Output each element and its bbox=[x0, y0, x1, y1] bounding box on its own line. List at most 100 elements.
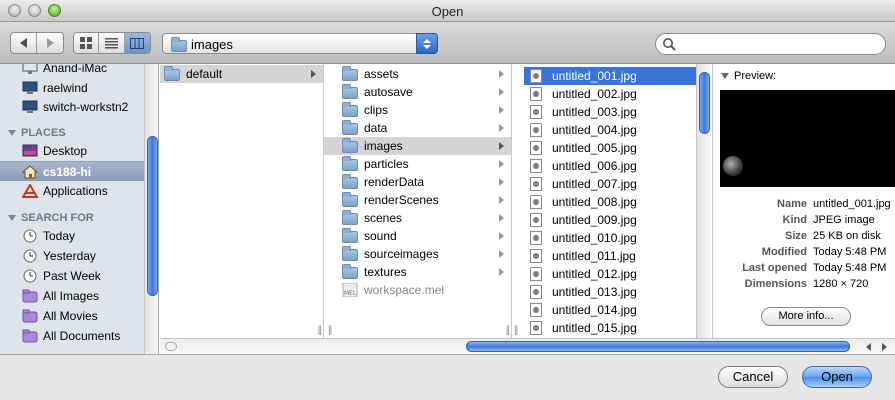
sidebar-item-all-movies[interactable]: All Movies bbox=[0, 306, 145, 326]
column-resize-handle[interactable]: || bbox=[328, 325, 332, 336]
sidebar-item-switch-workstn2[interactable]: switch-workstn2 bbox=[0, 97, 145, 117]
list-item[interactable]: scenes bbox=[324, 209, 511, 227]
sidebar-item-yesterday[interactable]: Yesterday bbox=[0, 246, 145, 266]
sidebar-item-today[interactable]: Today bbox=[0, 226, 145, 246]
sidebar-item-label: All Images bbox=[43, 289, 100, 303]
folder-icon bbox=[342, 120, 358, 135]
image-file-icon bbox=[530, 213, 546, 227]
navigation-segment bbox=[10, 32, 64, 54]
list-item[interactable]: untitled_007.jpg bbox=[524, 175, 696, 193]
list-item[interactable]: default bbox=[160, 65, 323, 83]
sidebar-item-anand-imac[interactable]: Anand-iMac bbox=[0, 64, 145, 78]
horizontal-scrollbar[interactable] bbox=[160, 338, 895, 354]
list-item[interactable]: untitled_003.jpg bbox=[524, 103, 696, 121]
list-item[interactable]: particles bbox=[324, 155, 511, 173]
sidebar-item-cs188-hi[interactable]: cs188-hi bbox=[0, 161, 145, 181]
list-item[interactable]: untitled_004.jpg bbox=[524, 121, 696, 139]
search-field[interactable] bbox=[655, 33, 886, 55]
search-for-header[interactable]: SEARCH FOR bbox=[8, 212, 94, 224]
icon-view-button[interactable] bbox=[74, 33, 100, 53]
chevron-right-icon bbox=[499, 268, 504, 276]
column-view-button[interactable] bbox=[124, 33, 150, 53]
list-item[interactable]: data bbox=[324, 119, 511, 137]
folder-icon bbox=[342, 66, 358, 81]
sidebar-scrollbar[interactable] bbox=[144, 64, 158, 354]
chevron-right-icon bbox=[499, 232, 504, 240]
column-3-scroll-thumb[interactable] bbox=[699, 72, 710, 134]
sidebar-item-all-documents[interactable]: All Documents bbox=[0, 326, 145, 346]
column-3-scrollbar[interactable] bbox=[696, 64, 711, 338]
list-item[interactable]: untitled_015.jpg bbox=[524, 319, 696, 337]
sidebar-scroll-thumb[interactable] bbox=[147, 136, 158, 296]
preview-pane: Preview: Name untitled_001.jpg Kind JPEG i… bbox=[713, 64, 895, 338]
cancel-button[interactable]: Cancel bbox=[718, 366, 788, 388]
folder-icon bbox=[342, 246, 358, 261]
image-file-icon bbox=[530, 267, 546, 281]
forward-button[interactable] bbox=[37, 33, 63, 53]
horizontal-scroll-thumb[interactable] bbox=[466, 341, 850, 352]
list-item[interactable]: assets bbox=[324, 65, 511, 83]
list-item[interactable]: textures bbox=[324, 263, 511, 281]
list-item[interactable]: untitled_009.jpg bbox=[524, 211, 696, 229]
window-title: Open bbox=[431, 4, 464, 19]
list-item[interactable]: untitled_012.jpg bbox=[524, 265, 696, 283]
list-item[interactable]: untitled_001.jpg bbox=[524, 67, 696, 85]
list-item[interactable]: untitled_014.jpg bbox=[524, 301, 696, 319]
image-file-icon bbox=[530, 87, 546, 101]
search-input[interactable] bbox=[680, 36, 875, 52]
list-item[interactable]: untitled_005.jpg bbox=[524, 139, 696, 157]
popup-stepper[interactable] bbox=[416, 33, 438, 54]
open-button[interactable]: Open bbox=[802, 366, 872, 388]
sidebar-item-applications[interactable]: Applications bbox=[0, 181, 145, 201]
column-view-icon bbox=[130, 37, 145, 49]
list-item[interactable]: sound bbox=[324, 227, 511, 245]
list-item[interactable]: renderData bbox=[324, 173, 511, 191]
column-resize-handle[interactable]: || bbox=[506, 325, 510, 336]
places-header[interactable]: PLACES bbox=[8, 127, 66, 139]
sidebar-item-desktop[interactable]: Desktop bbox=[0, 141, 145, 161]
sidebar-item-label: Yesterday bbox=[43, 249, 96, 263]
list-item[interactable]: untitled_013.jpg bbox=[524, 283, 696, 301]
list-item[interactable]: untitled_002.jpg bbox=[524, 85, 696, 103]
list-item[interactable]: autosave bbox=[324, 83, 511, 101]
list-view-button[interactable] bbox=[99, 33, 125, 53]
list-item[interactable]: sourceimages bbox=[324, 245, 511, 263]
preview-header[interactable]: Preview: bbox=[721, 70, 776, 82]
disclosure-triangle-icon bbox=[8, 215, 16, 221]
list-item[interactable]: untitled_006.jpg bbox=[524, 157, 696, 175]
applications-icon bbox=[22, 183, 38, 199]
image-file-icon bbox=[530, 285, 546, 299]
folder-icon bbox=[164, 66, 180, 81]
list-item-label: default bbox=[186, 67, 223, 81]
sidebar-item-past-week[interactable]: Past Week bbox=[0, 266, 145, 286]
chevron-right-icon bbox=[499, 250, 504, 258]
list-item[interactable]: untitled_010.jpg bbox=[524, 229, 696, 247]
sidebar-item-label: All Documents bbox=[43, 329, 121, 343]
folder-icon bbox=[342, 156, 358, 171]
sidebar-item-all-images[interactable]: All Images bbox=[0, 286, 145, 306]
back-button[interactable] bbox=[11, 33, 37, 53]
preview-image bbox=[720, 90, 895, 187]
sidebar-item-raelwind[interactable]: raelwind bbox=[0, 78, 145, 98]
sidebar-item-label: switch-workstn2 bbox=[43, 100, 129, 114]
list-item[interactable]: clips bbox=[324, 101, 511, 119]
chevron-right-icon bbox=[499, 70, 504, 78]
column-resize-handle[interactable]: || bbox=[318, 325, 322, 336]
sphere-render bbox=[723, 156, 743, 176]
scroll-right-arrow-icon[interactable] bbox=[882, 343, 887, 351]
list-item[interactable]: untitled_008.jpg bbox=[524, 193, 696, 211]
column-resize-handle[interactable]: || bbox=[514, 325, 518, 336]
folder-icon bbox=[342, 210, 358, 225]
desktop-icon bbox=[22, 143, 38, 159]
more-info-button[interactable]: More info... bbox=[761, 307, 851, 326]
sidebar-item-label: Today bbox=[43, 229, 76, 243]
folder-icon bbox=[342, 138, 358, 153]
scroll-left-arrow-icon[interactable] bbox=[866, 343, 871, 351]
list-item[interactable]: renderScenes bbox=[324, 191, 511, 209]
list-item[interactable]: images bbox=[324, 137, 511, 155]
folder-icon bbox=[342, 192, 358, 207]
back-arrow-icon bbox=[20, 38, 27, 48]
list-item[interactable]: untitled_011.jpg bbox=[524, 247, 696, 265]
folder-icon bbox=[342, 174, 358, 189]
path-popup[interactable]: images bbox=[162, 33, 438, 54]
